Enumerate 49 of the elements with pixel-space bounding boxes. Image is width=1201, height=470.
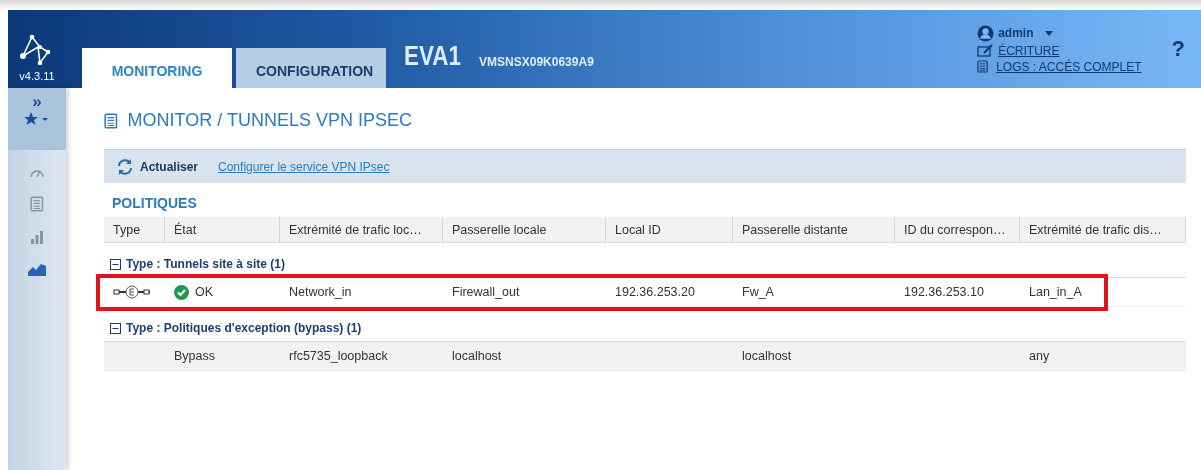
tunnel-icon bbox=[113, 285, 151, 299]
column-header[interactable]: Type bbox=[104, 217, 165, 242]
status-text: Bypass bbox=[174, 349, 215, 363]
column-header[interactable]: Extrémité de trafic dis… bbox=[1020, 217, 1186, 242]
document-icon bbox=[104, 112, 118, 129]
edit-icon bbox=[977, 44, 995, 57]
nav-tab[interactable]: CONFIGURATION bbox=[236, 48, 386, 88]
group-toggle[interactable]: Type : Politiques d'exception (bypass) (1) bbox=[104, 315, 1186, 341]
expand-button[interactable]: » bbox=[32, 94, 42, 110]
list-icon bbox=[30, 196, 44, 212]
column-header[interactable]: Local ID bbox=[606, 217, 733, 242]
list-icon[interactable] bbox=[28, 194, 46, 214]
write-mode-link[interactable]: ÉCRITURE bbox=[998, 43, 1060, 58]
column-header[interactable]: Extrémité de trafic loc… bbox=[280, 217, 443, 242]
table-cell: any bbox=[1029, 349, 1050, 363]
table-cell: 192.36.253.10 bbox=[904, 285, 984, 299]
help-icon[interactable]: ? bbox=[1171, 36, 1185, 62]
refresh-icon bbox=[116, 157, 134, 176]
table-cell: Firewall_out bbox=[452, 285, 520, 299]
bar-chart-icon[interactable] bbox=[28, 228, 46, 246]
caret-icon[interactable] bbox=[1045, 30, 1054, 36]
table-cell: rfc5735_loopback bbox=[289, 349, 388, 363]
table-cell: 192.36.253.20 bbox=[615, 285, 695, 299]
status-text: OK bbox=[195, 285, 214, 299]
column-header[interactable]: Passerelle distante bbox=[733, 217, 895, 242]
version-label: v4.3.11 bbox=[19, 70, 55, 82]
favorites-icon[interactable] bbox=[24, 112, 50, 126]
configure-link[interactable]: Configurer le service VPN IPsec bbox=[218, 159, 390, 174]
table-cell: localhost bbox=[452, 349, 502, 363]
page-title: MONITOR / TUNNELS VPN IPSEC bbox=[127, 110, 412, 131]
column-header[interactable]: État bbox=[165, 217, 280, 242]
column-header[interactable]: ID du correspon… bbox=[895, 217, 1020, 242]
collapse-icon[interactable] bbox=[110, 258, 121, 270]
table-cell: Lan_in_A bbox=[1029, 285, 1082, 299]
table-cell: Network_in bbox=[289, 285, 352, 299]
user-icon bbox=[977, 24, 995, 42]
user-name[interactable]: admin bbox=[998, 26, 1034, 40]
document-icon bbox=[977, 60, 989, 73]
group-toggle[interactable]: Type : Tunnels site à site (1) bbox=[104, 251, 1186, 277]
logs-access-link[interactable]: LOGS : ACCÉS COMPLET bbox=[996, 59, 1142, 74]
section-title: POLITIQUES bbox=[112, 195, 198, 211]
nav-tab[interactable]: MONITORING bbox=[82, 48, 232, 88]
serial-number: VMSNSX09K0639A9 bbox=[479, 55, 594, 71]
refresh-button[interactable]: Actualiser bbox=[116, 157, 199, 176]
table-cell: Fw_A bbox=[742, 285, 774, 299]
column-header[interactable]: Passerelle locale bbox=[443, 217, 606, 242]
table-cell: localhost bbox=[742, 349, 792, 363]
device-name: EVA1 bbox=[404, 40, 461, 72]
collapse-icon[interactable] bbox=[110, 322, 121, 334]
